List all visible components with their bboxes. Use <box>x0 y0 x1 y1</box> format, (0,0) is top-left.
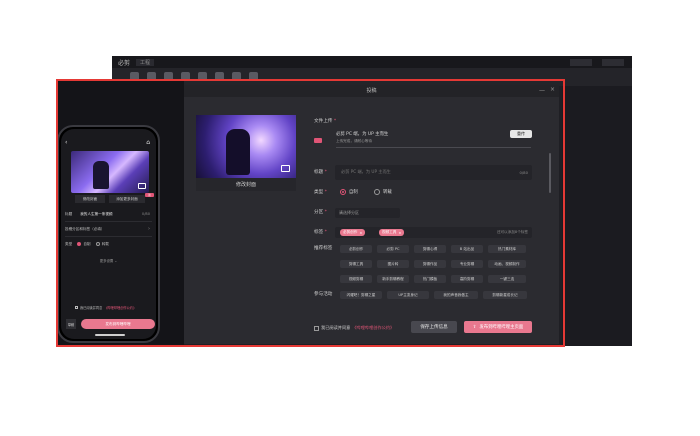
background-properties-panel <box>562 86 632 346</box>
background-save-button[interactable] <box>570 59 592 66</box>
project-label: 工程 <box>136 58 155 66</box>
background-export-button[interactable] <box>602 59 624 66</box>
background-titlebar: 必剪 工程 <box>112 56 632 68</box>
app-logo: 必剪 <box>118 59 131 67</box>
highlight-frame <box>56 79 565 347</box>
